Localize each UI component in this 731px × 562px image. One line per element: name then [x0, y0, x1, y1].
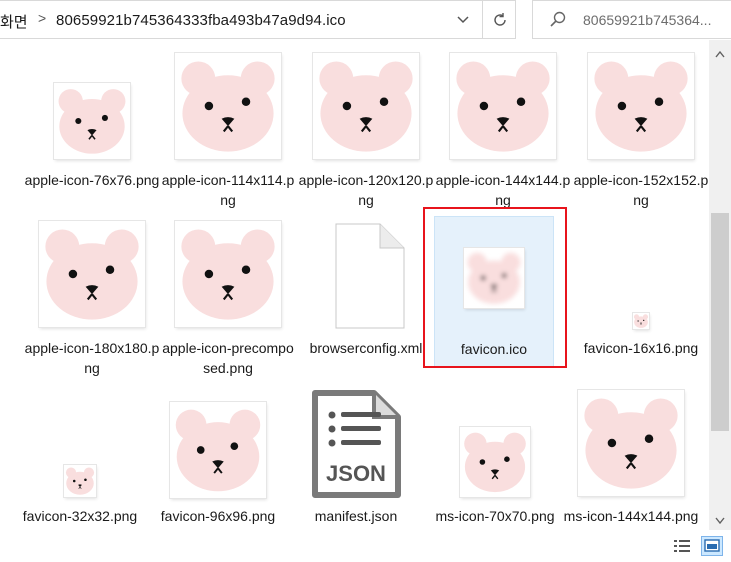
file-item[interactable]: favicon-16x16.png	[573, 210, 709, 380]
search-input[interactable]: 80659921b745364...	[532, 0, 731, 39]
details-view-icon	[674, 540, 690, 552]
scroll-up-button[interactable]	[709, 44, 731, 64]
bear-thumbnail	[39, 221, 145, 327]
bear-thumbnail	[175, 53, 281, 159]
bear-thumbnail	[588, 53, 694, 159]
large-icons-view-icon	[704, 539, 720, 552]
file-item[interactable]: apple-icon-114x114.png	[160, 40, 296, 210]
file-item[interactable]: favicon-96x96.png	[150, 380, 286, 530]
file-item[interactable]: JSON manifest.json	[288, 380, 424, 530]
file-name: ms-icon-144x144.png	[563, 508, 699, 524]
bear-thumbnail	[175, 221, 281, 327]
file-name: apple-icon-76x76.png	[24, 172, 160, 188]
bear-thumbnail	[578, 390, 684, 496]
json-file-icon: JSON	[312, 390, 401, 498]
file-item[interactable]: apple-icon-precomposed.png	[160, 210, 296, 380]
refresh-button[interactable]	[482, 1, 517, 38]
bear-thumbnail	[460, 427, 530, 497]
address-bar[interactable]: 화면 > 80659921b745364333fba493b47a9d94.ic…	[0, 0, 516, 39]
file-name: favicon-16x16.png	[583, 340, 699, 356]
file-name: apple-icon-precomposed.png	[162, 340, 294, 376]
generic-file-icon	[335, 223, 405, 329]
file-item[interactable]: apple-icon-180x180.png	[24, 210, 160, 380]
scroll-down-button[interactable]	[709, 510, 731, 530]
refresh-icon	[494, 12, 506, 26]
chevron-right-icon[interactable]: >	[38, 10, 46, 26]
vertical-scrollbar[interactable]	[709, 40, 731, 530]
search-placeholder: 80659921b745364...	[583, 12, 712, 28]
file-name: apple-icon-152x152.png	[573, 172, 709, 208]
file-item[interactable]: apple-icon-152x152.png	[573, 40, 709, 210]
scroll-thumb[interactable]	[711, 213, 729, 431]
chevron-down-icon	[715, 517, 725, 524]
bear-thumbnail	[313, 53, 419, 159]
file-item[interactable]: ms-icon-70x70.png	[427, 380, 563, 530]
file-item[interactable]: ms-icon-144x144.png	[563, 380, 699, 530]
file-name: apple-icon-114x114.png	[161, 172, 295, 208]
file-name: favicon-96x96.png	[160, 508, 276, 524]
file-name: ms-icon-70x70.png	[435, 508, 555, 524]
bear-thumbnail	[170, 402, 266, 498]
json-label: JSON	[326, 461, 386, 486]
file-name: apple-icon-180x180.png	[24, 340, 160, 376]
bear-thumbnail	[450, 53, 556, 159]
address-dropdown-button[interactable]	[447, 1, 479, 38]
bear-thumbnail	[633, 313, 649, 329]
bear-thumbnail	[54, 83, 130, 159]
chevron-down-icon	[457, 15, 469, 23]
chevron-up-icon	[715, 50, 725, 57]
file-item[interactable]: apple-icon-144x144.png	[435, 40, 571, 210]
large-icons-view-button[interactable]	[701, 536, 723, 556]
search-icon	[550, 11, 566, 27]
file-name: manifest.json	[314, 508, 398, 524]
breadcrumb-folder[interactable]: 80659921b745364333fba493b47a9d94.ico	[56, 12, 346, 29]
file-item[interactable]: favicon-32x32.png	[12, 380, 148, 530]
details-view-button[interactable]	[672, 536, 692, 556]
file-name: favicon-32x32.png	[22, 508, 138, 524]
file-name: browserconfig.xml	[309, 340, 423, 356]
file-name: apple-icon-120x120.png	[298, 172, 434, 208]
file-name: apple-icon-144x144.png	[435, 172, 571, 208]
file-item[interactable]: apple-icon-120x120.png	[298, 40, 434, 210]
file-item[interactable]: browserconfig.xml	[298, 210, 434, 380]
file-grid: apple-icon-76x76.png apple-icon-114x114.…	[0, 40, 709, 530]
breadcrumb-root[interactable]: 화면	[0, 11, 28, 32]
highlight-box	[423, 207, 567, 368]
bear-thumbnail	[64, 465, 96, 497]
file-item[interactable]: apple-icon-76x76.png	[24, 40, 160, 210]
